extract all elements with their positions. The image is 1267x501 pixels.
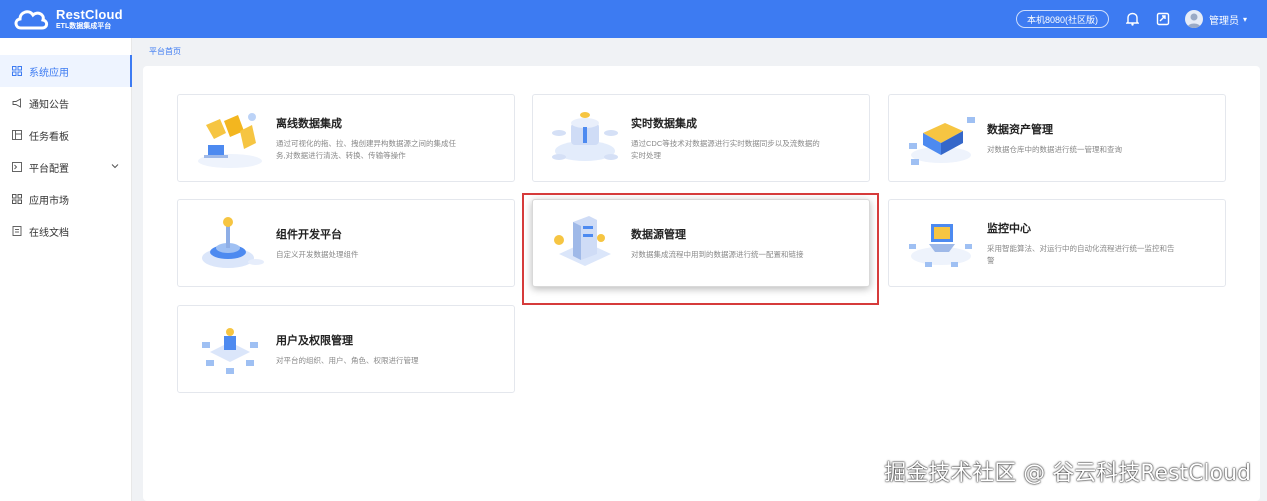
- card-description: 通过可视化的拖、拉、拽创建异构数据源之间的集成任 务,对数据进行清洗、转换、传输…: [276, 138, 456, 162]
- highlight-annotation-box: [522, 193, 879, 305]
- sidebar-item-label: 应用市场: [29, 195, 69, 207]
- sidebar: 系统应用 通知公告 任务看板 平台配置 应用市场 在线文档: [0, 38, 132, 501]
- card-offline-integration[interactable]: 离线数据集成 通过可视化的拖、拉、拽创建异构数据源之间的集成任 务,对数据进行清…: [177, 94, 515, 182]
- card-realtime-integration[interactable]: 实时数据集成 通过CDC等技术对数据源进行实时数据同步以及流数据的 实时处理: [532, 94, 870, 182]
- card-description: 对平台的组织、用户、角色、权限进行管理: [276, 355, 419, 367]
- megaphone-icon: [12, 98, 22, 108]
- app-logo[interactable]: RestCloud ETL数据集成平台: [12, 6, 123, 32]
- document-icon: [12, 226, 22, 236]
- card-component-dev-platform[interactable]: 组件开发平台 自定义开发数据处理组件: [177, 199, 515, 287]
- card-title: 监控中心: [987, 222, 1031, 235]
- realtime-sync-illustration-icon: [552, 112, 618, 161]
- sidebar-item-notices[interactable]: 通知公告: [0, 87, 131, 119]
- component-dev-illustration-icon: [202, 217, 264, 268]
- bell-icon[interactable]: [1125, 11, 1141, 27]
- card-monitoring-center[interactable]: 监控中心 采用智能算法、对运行中的自动化流程进行统一监控和告 警: [888, 199, 1226, 287]
- sidebar-item-label: 系统应用: [29, 67, 69, 79]
- card-desc-line: 对数据仓库中的数据进行统一管理和查询: [987, 144, 1122, 154]
- sidebar-item-task-board[interactable]: 任务看板: [0, 119, 131, 151]
- card-desc-line: 自定义开发数据处理组件: [276, 249, 359, 259]
- breadcrumb[interactable]: 平台首页: [149, 46, 181, 57]
- card-user-permission-management[interactable]: 用户及权限管理 对平台的组织、用户、角色、权限进行管理: [177, 305, 515, 393]
- sidebar-item-online-docs[interactable]: 在线文档: [0, 215, 131, 247]
- card-title: 实时数据集成: [631, 117, 697, 130]
- logo-subtitle: ETL数据集成平台: [56, 23, 112, 30]
- environment-badge[interactable]: 本机8080(社区版): [1015, 10, 1109, 28]
- share-screen-icon[interactable]: [1155, 11, 1171, 27]
- watermark: 掘金技术社区 @ 谷云科技RestCloud: [884, 461, 1251, 486]
- card-desc-line: 警: [987, 255, 995, 265]
- card-desc-line: 务,对数据进行清洗、转换、传输等操作: [276, 150, 406, 160]
- sidebar-item-label: 在线文档: [29, 227, 69, 239]
- data-asset-illustration-icon: [909, 117, 975, 165]
- user-name[interactable]: 管理员: [1209, 12, 1239, 27]
- grid-icon: [12, 194, 22, 204]
- card-desc-line: 通过可视化的拖、拉、拽创建异构数据源之间的集成任: [276, 138, 456, 148]
- card-desc-line: 采用智能算法、对运行中的自动化流程进行统一监控和告: [987, 243, 1175, 253]
- card-title: 数据资产管理: [987, 123, 1053, 136]
- card-description: 对数据仓库中的数据进行统一管理和查询: [987, 144, 1122, 156]
- sidebar-item-app-market[interactable]: 应用市场: [0, 183, 131, 215]
- chevron-down-icon[interactable]: [111, 162, 119, 170]
- user-permission-illustration-icon: [202, 328, 258, 374]
- sidebar-item-label: 平台配置: [29, 163, 69, 175]
- card-desc-line: 通过CDC等技术对数据源进行实时数据同步以及流数据的: [631, 138, 820, 148]
- chevron-down-icon[interactable]: ▾: [1243, 15, 1247, 24]
- avatar[interactable]: [1184, 10, 1203, 28]
- sidebar-item-platform-config[interactable]: 平台配置: [0, 151, 131, 183]
- board-icon: [12, 130, 22, 140]
- terminal-icon: [12, 162, 22, 172]
- card-title: 用户及权限管理: [276, 334, 353, 347]
- monitoring-illustration-icon: [909, 224, 972, 267]
- card-title: 离线数据集成: [276, 117, 342, 130]
- sidebar-item-label: 通知公告: [29, 99, 69, 111]
- card-description: 自定义开发数据处理组件: [276, 249, 359, 261]
- card-desc-line: 实时处理: [631, 150, 661, 160]
- card-desc-line: 对平台的组织、用户、角色、权限进行管理: [276, 355, 419, 365]
- cloud-logo-icon: [14, 10, 49, 30]
- etl-illustration-icon: [198, 113, 262, 168]
- sidebar-item-label: 任务看板: [29, 131, 69, 143]
- card-data-asset-management[interactable]: 数据资产管理 对数据仓库中的数据进行统一管理和查询: [888, 94, 1226, 182]
- sidebar-item-system-apps[interactable]: 系统应用: [0, 55, 132, 87]
- top-header: RestCloud ETL数据集成平台 本机8080(社区版) 管理员 ▾: [0, 0, 1267, 38]
- logo-title: RestCloud: [56, 7, 123, 22]
- grid-icon: [12, 66, 22, 76]
- card-description: 采用智能算法、对运行中的自动化流程进行统一监控和告 警: [987, 243, 1175, 267]
- card-title: 组件开发平台: [276, 228, 342, 241]
- card-description: 通过CDC等技术对数据源进行实时数据同步以及流数据的 实时处理: [631, 138, 820, 162]
